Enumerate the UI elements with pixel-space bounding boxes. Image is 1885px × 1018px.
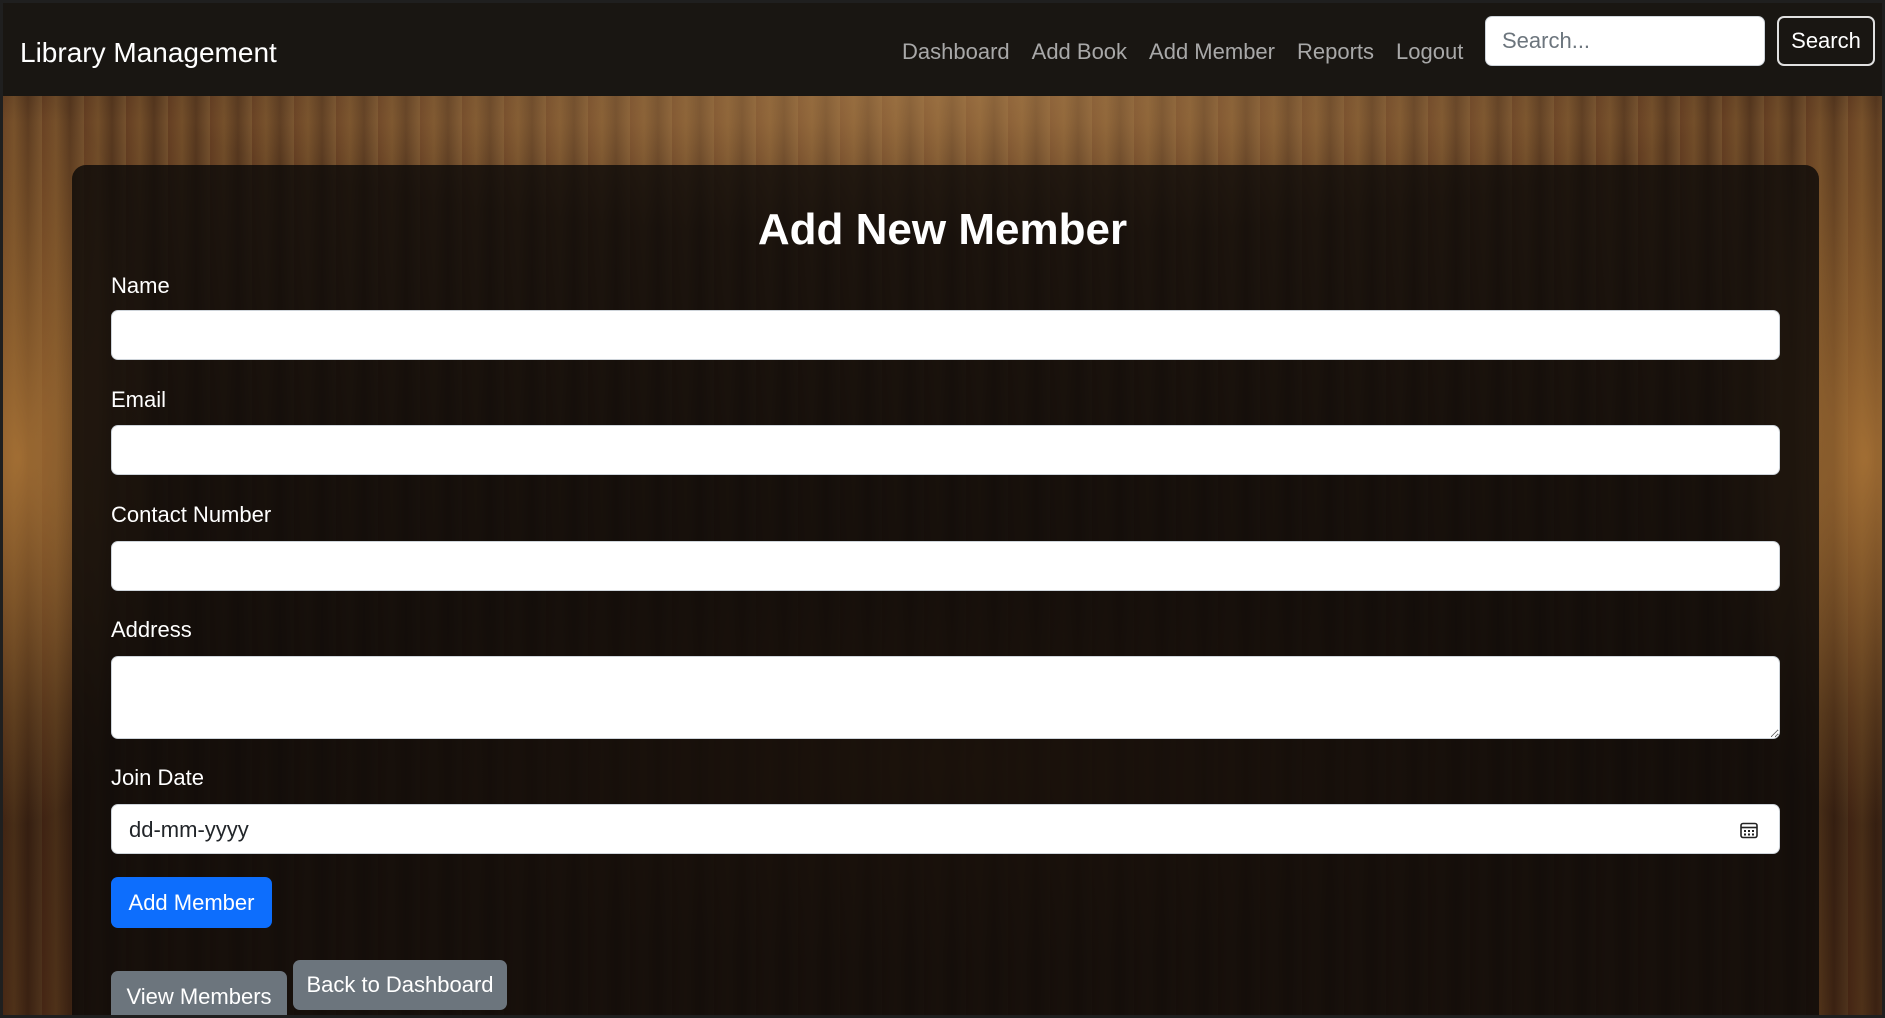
top-navbar: Library Management Dashboard Add Book Ad… xyxy=(3,3,1882,96)
nav-link-dashboard[interactable]: Dashboard xyxy=(902,37,1010,67)
join-date-label: Join Date xyxy=(111,765,204,790)
calendar-icon[interactable] xyxy=(1739,820,1759,840)
form-card xyxy=(72,165,1819,1018)
contact-number-field[interactable] xyxy=(111,541,1780,591)
back-to-dashboard-button[interactable]: Back to Dashboard xyxy=(293,960,507,1010)
brand-title[interactable]: Library Management xyxy=(20,33,277,73)
address-label: Address xyxy=(111,617,192,642)
nav-link-add-book[interactable]: Add Book xyxy=(1032,37,1127,67)
address-field[interactable] xyxy=(111,656,1780,739)
nav-link-reports[interactable]: Reports xyxy=(1297,37,1374,67)
join-date-value: dd-mm-yyyy xyxy=(129,817,249,842)
nav-link-logout[interactable]: Logout xyxy=(1396,37,1463,67)
email-field[interactable] xyxy=(111,425,1780,475)
search-button[interactable]: Search xyxy=(1777,16,1875,66)
name-label: Name xyxy=(111,273,170,298)
search-input[interactable] xyxy=(1485,16,1765,66)
page-title: Add New Member xyxy=(757,205,1128,254)
name-field[interactable] xyxy=(111,310,1780,360)
email-label: Email xyxy=(111,387,167,412)
nav-links: Dashboard Add Book Add Member Reports Lo… xyxy=(902,37,1485,67)
add-member-button[interactable]: Add Member xyxy=(111,877,272,928)
view-members-button[interactable]: View Members xyxy=(111,971,287,1018)
join-date-field[interactable]: dd-mm-yyyy xyxy=(111,804,1780,854)
contact-number-label: Contact Number xyxy=(111,502,272,527)
nav-link-add-member[interactable]: Add Member xyxy=(1149,37,1275,67)
